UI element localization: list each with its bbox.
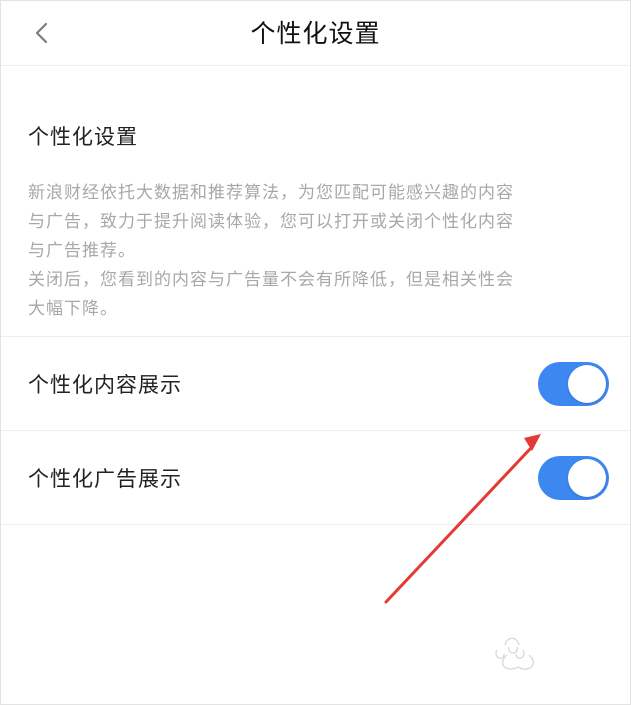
intro-description-line: 新浪财经依托大数据和推荐算法，为您匹配可能感兴趣的内容 (28, 183, 514, 204)
app-header: 个性化设置 (1, 1, 630, 66)
setting-row-personalized-ads: 个性化广告展示 (1, 431, 630, 525)
setting-label-personalized-content: 个性化内容展示 (28, 372, 182, 397)
page-title: 个性化设置 (250, 18, 381, 48)
back-button[interactable] (23, 15, 59, 51)
intro-description-line: 关闭后，您看到的内容与广告量不会有所降低，但是相关性会 (28, 270, 514, 291)
intro-title: 个性化设置 (28, 125, 138, 149)
intro-description-line: 与广告推荐。 (28, 241, 136, 262)
personalization-intro: 个性化设置 新浪财经依托大数据和推荐算法，为您匹配可能感兴趣的内容 与广告，致力… (1, 77, 630, 337)
intro-description: 新浪财经依托大数据和推荐算法，为您匹配可能感兴趣的内容 与广告，致力于提升阅读体… (28, 179, 603, 324)
chevron-left-icon (35, 22, 48, 44)
settings-screen: 个性化设置 个性化设置 新浪财经依托大数据和推荐算法，为您匹配可能感兴趣的内容 … (0, 0, 631, 705)
personalized-content-toggle[interactable] (538, 361, 609, 406)
personalized-ads-toggle[interactable] (538, 455, 609, 500)
setting-row-personalized-content: 个性化内容展示 (1, 337, 630, 431)
intro-description-line: 大幅下降。 (28, 299, 118, 320)
setting-label-personalized-ads: 个性化广告展示 (28, 466, 182, 491)
intro-description-line: 与广告，致力于提升阅读体验，您可以打开或关闭个性化内容 (28, 212, 514, 233)
